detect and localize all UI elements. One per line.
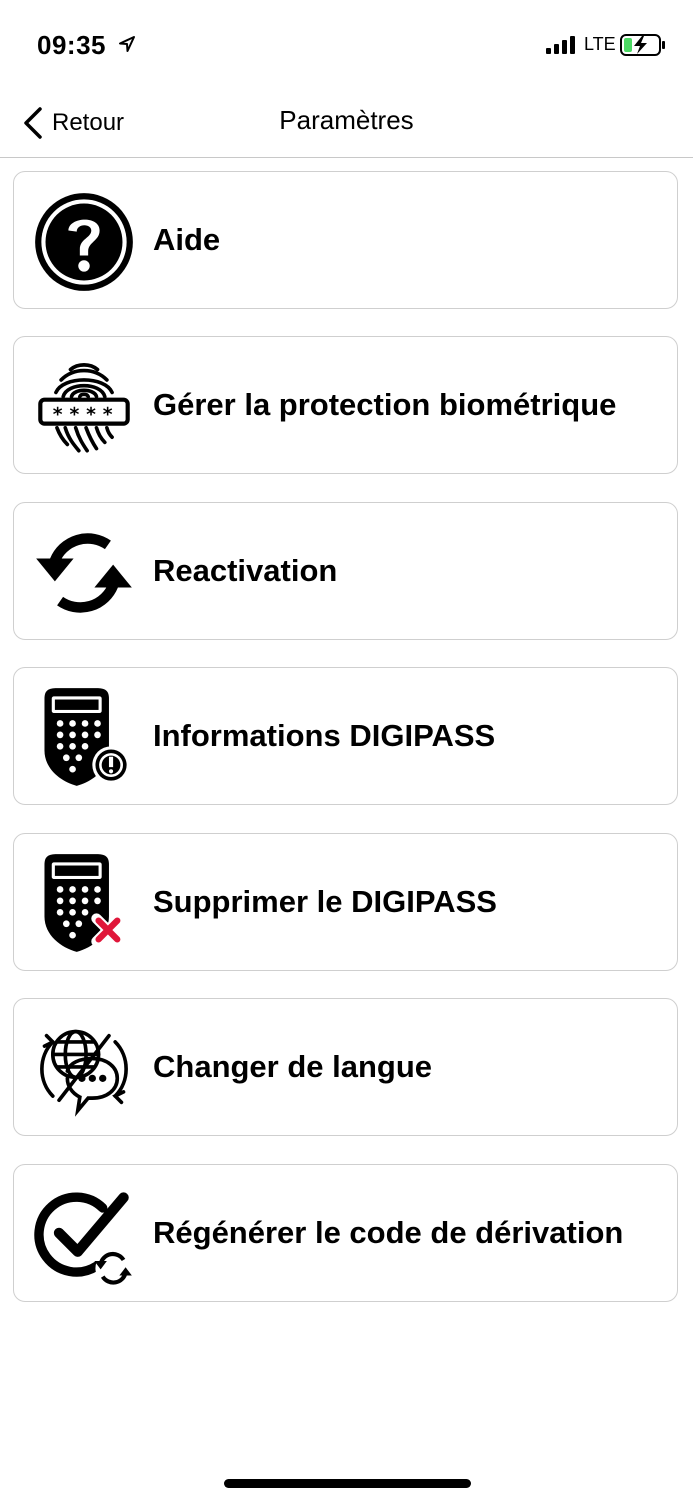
svg-text:*: *: [86, 405, 96, 426]
menu-item-label: Reactivation: [153, 553, 338, 588]
digipass-delete-icon: [32, 852, 136, 956]
fingerprint-pin-icon: * * * *: [32, 355, 136, 459]
check-refresh-icon: [32, 1183, 136, 1287]
menu-item-digipass-info[interactable]: Informations DIGIPASS: [13, 667, 678, 805]
menu-item-label: Supprimer le DIGIPASS: [153, 884, 497, 919]
menu-item-label: Gérer la protection biométrique: [153, 387, 617, 422]
menu-item-digipass-delete[interactable]: Supprimer le DIGIPASS: [13, 833, 678, 971]
svg-text:*: *: [53, 405, 63, 426]
language-globe-icon: [32, 1017, 136, 1121]
menu-item-label: Changer de langue: [153, 1049, 433, 1084]
location-arrow-icon: [119, 36, 135, 52]
menu-item-help[interactable]: Aide: [13, 171, 678, 309]
menu-item-language[interactable]: Changer de langue: [13, 998, 678, 1136]
menu-item-regenerate-code[interactable]: Régénérer le code de dérivation: [13, 1164, 678, 1302]
menu-item-label: Informations DIGIPASS: [153, 718, 496, 753]
menu-item-biometric[interactable]: * * * * Gérer la protection biométrique: [13, 336, 678, 474]
navigation-bar: Retour Paramètres: [0, 90, 693, 158]
svg-text:*: *: [103, 405, 113, 426]
page-title: Paramètres: [279, 105, 414, 135]
signal-bars-icon: [546, 36, 575, 54]
battery-charging-icon: [620, 34, 665, 56]
home-indicator[interactable]: [224, 1479, 471, 1488]
status-time: 09:35: [37, 30, 106, 60]
menu-item-label: Aide: [153, 222, 221, 257]
digipass-info-icon: [32, 686, 136, 790]
svg-text:*: *: [69, 405, 79, 426]
network-type: LTE: [584, 34, 616, 54]
status-bar: 09:35 LTE: [0, 0, 693, 90]
refresh-icon: [32, 521, 136, 625]
menu-item-label: Régénérer le code de dérivation: [153, 1215, 624, 1250]
menu-item-reactivation[interactable]: Reactivation: [13, 502, 678, 640]
help-circle-icon: [32, 190, 136, 294]
